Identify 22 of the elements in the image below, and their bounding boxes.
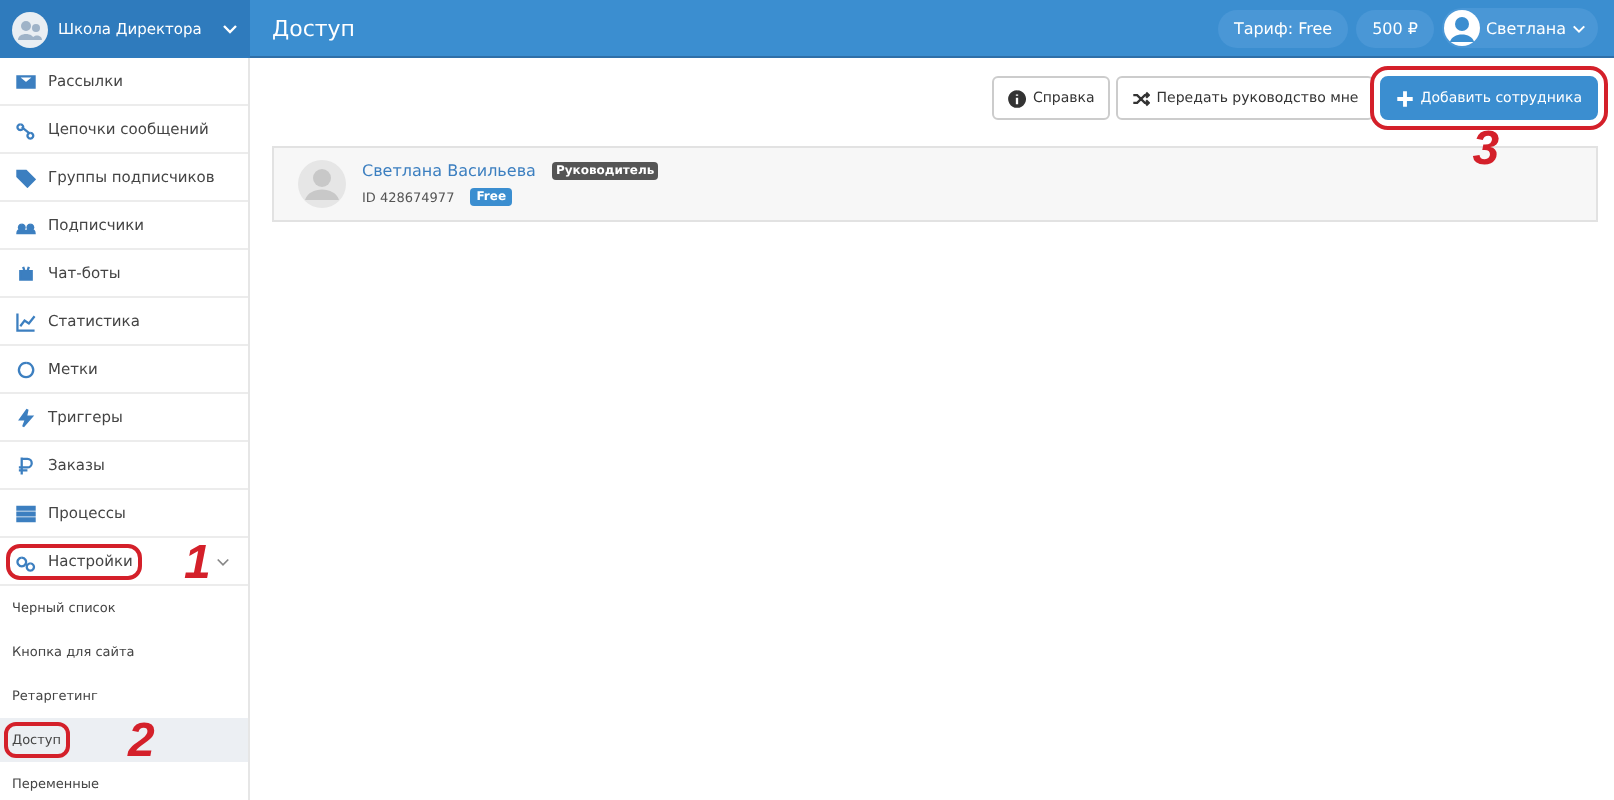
list-icon [16,503,36,523]
bolt-icon [16,407,36,427]
annotation-number: 3 [1472,126,1500,174]
plus-icon [1396,89,1415,107]
avatar-icon [298,160,346,208]
user-name: Светлана [1485,19,1566,37]
page-title: Доступ [272,15,357,41]
envelope-icon [16,71,36,91]
account-avatar-icon [12,11,48,47]
shuffle-icon [1132,89,1151,107]
annotation-number: 1 [184,540,211,588]
annotation-number: 2 [128,718,155,766]
link-icon [16,119,36,139]
chevron-down-icon [216,556,230,570]
tag-icon [16,167,36,187]
chevron-down-icon [1572,23,1586,33]
ruble-icon [16,455,36,475]
chevron-down-icon [222,24,238,34]
user-avatar-icon [1443,10,1480,46]
member-name[interactable]: Светлана Васильева [362,162,536,180]
info-icon [1008,89,1027,107]
line-chart-icon [16,311,36,331]
